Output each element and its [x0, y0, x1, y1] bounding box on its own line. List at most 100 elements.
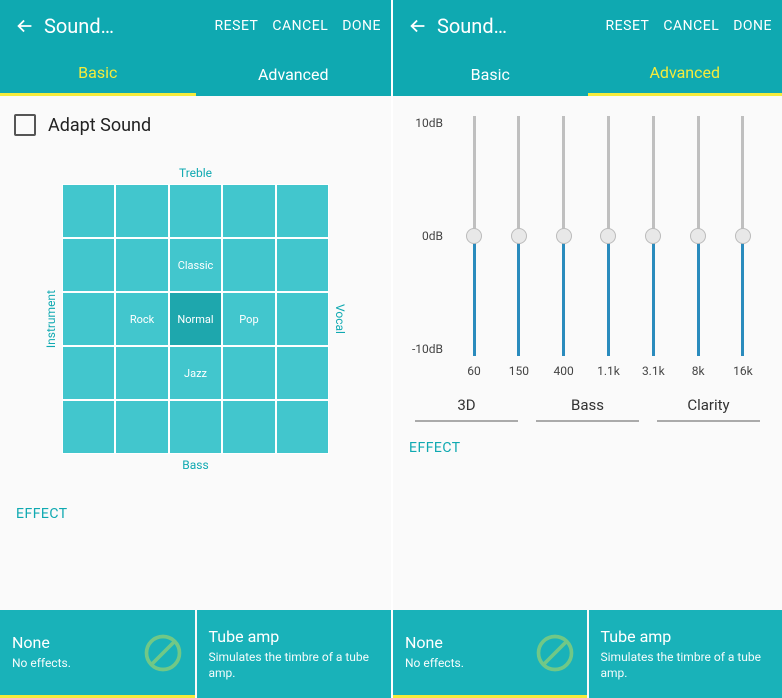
eq-slider-150[interactable]: [498, 116, 540, 356]
db-scale: 10dB 0dB -10dB: [407, 116, 449, 356]
axis-vocal: Vocal: [329, 304, 347, 334]
axis-bass: Bass: [44, 458, 347, 472]
tabs: Basic Advanced: [393, 52, 782, 96]
grid-cell[interactable]: [62, 184, 115, 238]
advanced-body: 10dB 0dB -10dB 60 150 400 1.1k: [393, 96, 782, 610]
topbar: Sound… RESET CANCEL DONE: [0, 0, 391, 52]
freq-label: 8k: [677, 364, 719, 378]
slider-thumb[interactable]: [600, 228, 616, 244]
extra-clarity[interactable]: Clarity: [657, 396, 760, 422]
grid-cell[interactable]: [169, 184, 222, 238]
tab-basic[interactable]: Basic: [0, 52, 196, 96]
cancel-button[interactable]: CANCEL: [272, 18, 328, 34]
grid-cell[interactable]: [276, 184, 329, 238]
slider-thumb[interactable]: [466, 228, 482, 244]
effects-row: None No effects. Tube amp Simulates the …: [393, 610, 782, 698]
grid-cell[interactable]: [115, 184, 168, 238]
slider-thumb[interactable]: [690, 228, 706, 244]
db-bot: -10dB: [407, 342, 443, 356]
extra-bass[interactable]: Bass: [536, 396, 639, 422]
freq-label: 1.1k: [587, 364, 629, 378]
reset-button[interactable]: RESET: [215, 18, 259, 34]
grid-cell[interactable]: [62, 400, 115, 454]
tab-advanced[interactable]: Advanced: [588, 52, 782, 96]
slider-thumb[interactable]: [645, 228, 661, 244]
grid-cell[interactable]: [276, 346, 329, 400]
arrow-left-icon: [407, 15, 429, 37]
no-symbol-icon: [141, 631, 185, 675]
preset-jazz[interactable]: Jazz: [169, 346, 222, 400]
effect-tube-desc: Simulates the timbre of a tube amp.: [209, 650, 380, 681]
basic-body: Adapt Sound Treble Instrument Classic Ro…: [0, 96, 391, 610]
eq-slider-8k[interactable]: [677, 116, 719, 356]
preset-normal[interactable]: Normal: [169, 292, 222, 346]
extra-3d[interactable]: 3D: [415, 396, 518, 422]
tabs: Basic Advanced: [0, 52, 391, 96]
grid-cell[interactable]: [62, 238, 115, 292]
no-symbol-icon: [533, 631, 577, 675]
eq-slider-1.1k[interactable]: [587, 116, 629, 356]
done-button[interactable]: DONE: [342, 18, 381, 34]
preset-grid[interactable]: Classic RockNormalPop Jazz: [62, 184, 329, 454]
grid-cell[interactable]: [276, 400, 329, 454]
effect-tube-desc: Simulates the timbre of a tube amp.: [601, 650, 771, 681]
arrow-left-icon: [14, 15, 36, 37]
freq-label: 150: [498, 364, 540, 378]
grid-cell[interactable]: [276, 238, 329, 292]
eq-sliders: [449, 116, 768, 356]
tab-advanced[interactable]: Advanced: [196, 52, 392, 96]
grid-cell[interactable]: [62, 292, 115, 346]
grid-cell[interactable]: [222, 238, 275, 292]
freq-label: 3.1k: [632, 364, 674, 378]
grid-cell[interactable]: [222, 346, 275, 400]
preset-classic[interactable]: Classic: [169, 238, 222, 292]
cancel-button[interactable]: CANCEL: [663, 18, 719, 34]
slider-thumb[interactable]: [556, 228, 572, 244]
grid-cell[interactable]: [115, 400, 168, 454]
effect-section-label: EFFECT: [407, 440, 768, 456]
effect-none[interactable]: None No effects.: [0, 610, 195, 698]
eq-slider-60[interactable]: [453, 116, 495, 356]
effect-tube-title: Tube amp: [601, 627, 771, 646]
freq-label: 60: [453, 364, 495, 378]
eq-slider-400[interactable]: [543, 116, 585, 356]
grid-cell[interactable]: [222, 184, 275, 238]
grid-cell[interactable]: [222, 400, 275, 454]
header: Sound… RESET CANCEL DONE Basic Advanced: [393, 0, 782, 96]
slider-thumb[interactable]: [511, 228, 527, 244]
adapt-sound-label: Adapt Sound: [48, 115, 151, 136]
effects-row: None No effects. Tube amp Simulates the …: [0, 610, 391, 698]
slider-thumb[interactable]: [735, 228, 751, 244]
effect-tube-amp[interactable]: Tube amp Simulates the timbre of a tube …: [197, 610, 392, 698]
back-button[interactable]: [10, 11, 40, 41]
grid-cell[interactable]: [169, 400, 222, 454]
extra-effects-row: 3D Bass Clarity: [407, 396, 768, 422]
db-mid: 0dB: [407, 229, 443, 243]
freq-label: 16k: [722, 364, 764, 378]
eq-slider-3.1k[interactable]: [632, 116, 674, 356]
preset-rock[interactable]: Rock: [115, 292, 168, 346]
grid-cell[interactable]: [115, 346, 168, 400]
preset-pop[interactable]: Pop: [222, 292, 275, 346]
grid-cell[interactable]: [276, 292, 329, 346]
grid-cell[interactable]: [115, 238, 168, 292]
eq-slider-16k[interactable]: [722, 116, 764, 356]
header-actions: RESET CANCEL DONE: [215, 18, 381, 34]
effect-tube-title: Tube amp: [209, 627, 380, 646]
effect-none[interactable]: None No effects.: [393, 610, 587, 698]
screen-basic: Sound… RESET CANCEL DONE Basic Advanced …: [0, 0, 391, 698]
axis-instrument: Instrument: [44, 290, 62, 348]
topbar: Sound… RESET CANCEL DONE: [393, 0, 782, 52]
tab-basic[interactable]: Basic: [393, 52, 588, 96]
freq-label: 400: [543, 364, 585, 378]
back-button[interactable]: [403, 11, 433, 41]
page-title: Sound…: [44, 14, 114, 38]
adapt-sound-checkbox[interactable]: [14, 114, 36, 136]
effect-tube-amp[interactable]: Tube amp Simulates the timbre of a tube …: [589, 610, 782, 698]
grid-cell[interactable]: [62, 346, 115, 400]
page-title: Sound…: [437, 14, 507, 38]
reset-button[interactable]: RESET: [606, 18, 650, 34]
adapt-sound-row: Adapt Sound: [14, 114, 377, 136]
freq-labels: 60 150 400 1.1k 3.1k 8k 16k: [407, 364, 768, 378]
done-button[interactable]: DONE: [733, 18, 772, 34]
